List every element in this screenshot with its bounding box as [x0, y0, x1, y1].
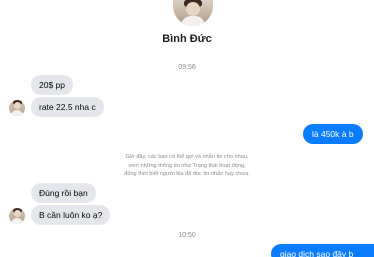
system-notice-line: đồng thời biết người kia đã đọc tin nhắn…	[124, 171, 250, 177]
sender-avatar[interactable]	[9, 100, 25, 116]
contact-avatar[interactable]	[173, 0, 213, 26]
sender-avatar[interactable]	[9, 208, 25, 224]
system-notice: Giờ đây, các bạn có thể gọi và nhắn tin …	[112, 153, 262, 179]
system-notice-line: xem những thông tin như Trạng thái hoạt …	[128, 162, 246, 169]
message-timestamp: 09:56	[178, 64, 196, 71]
contact-name[interactable]: Bình Đức	[0, 33, 374, 45]
message-timestamp: 10:50	[178, 232, 196, 239]
incoming-message[interactable]: rate 22.5 nha c	[31, 97, 104, 117]
outgoing-message[interactable]: giao dịch sao đây b	[271, 244, 374, 257]
system-notice-line: Giờ đây, các bạn có thể gọi và nhắn tin …	[125, 154, 249, 160]
incoming-message[interactable]: Đúng rồi bạn	[31, 183, 96, 203]
outgoing-message[interactable]: là 450k à b	[303, 124, 363, 144]
incoming-message[interactable]: 20$ pp	[31, 75, 73, 95]
incoming-message[interactable]: B cần luôn ko ạ?	[31, 205, 111, 225]
